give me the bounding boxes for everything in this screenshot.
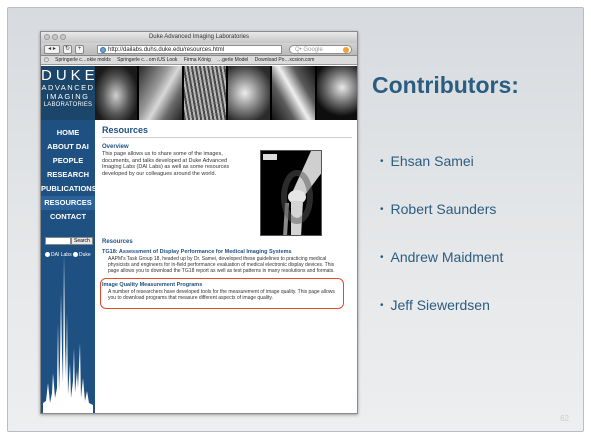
resource-item: TG18: Assessment of Display Performance … <box>102 249 342 274</box>
website: DUKE ADVANCED IMAGING LABORATORIES HOME … <box>41 66 357 413</box>
bookmark-item[interactable]: Springerle c…om iUS Look <box>117 57 177 63</box>
resources-heading: Resources <box>102 239 133 245</box>
slide: Contributors: Ehsan Samei Robert Saunder… <box>7 7 584 432</box>
image-banner <box>95 66 357 120</box>
url-field[interactable]: http://dailabs.duhs.duke.edu/resources.h… <box>97 45 282 54</box>
bookmarks-icon[interactable]: ▢ <box>44 57 49 63</box>
logo-line: DUKE <box>41 67 99 84</box>
resource-link[interactable]: TG18: Assessment of Display Performance … <box>102 249 342 255</box>
overview-text: This page allows us to share some of the… <box>102 151 230 177</box>
slide-title: Contributors: <box>372 72 519 98</box>
logo-line: ADVANCED <box>41 83 95 92</box>
browser-search-field[interactable]: Q• Google <box>289 45 352 54</box>
add-bookmark-icon[interactable]: + <box>75 45 84 54</box>
nav-item-contact[interactable]: CONTACT <box>41 210 95 224</box>
logo-line: LABORATORIES <box>43 102 93 108</box>
main-content: Resources Overview This page allows us t… <box>95 120 357 413</box>
main-nav: HOME ABOUT DAI PEOPLE RESEARCH PUBLICATI… <box>41 126 97 224</box>
search-placeholder: Q• Google <box>295 47 323 53</box>
bookmarks-bar: ▢ Springerle c…okie molds Springerle c…o… <box>41 56 357 65</box>
contributor-item: Jeff Siewerdsen <box>380 297 490 313</box>
window-titlebar: Duke Advanced Imaging Laboratories <box>41 32 357 43</box>
nav-item-research[interactable]: RESEARCH <box>41 168 95 182</box>
site-search-input[interactable] <box>45 236 71 245</box>
contributor-item: Andrew Maidment <box>380 249 504 265</box>
minimize-icon[interactable] <box>52 34 58 40</box>
contributor-item: Robert Saunders <box>380 201 497 217</box>
nav-item-publications[interactable]: PUBLICATIONS <box>41 182 97 196</box>
back-forward-buttons[interactable]: ◂ ▸ <box>44 45 60 54</box>
window-title: Duke Advanced Imaging Laboratories <box>148 34 250 40</box>
browser-window: Duke Advanced Imaging Laboratories ◂ ▸ ↻… <box>40 31 358 414</box>
nav-item-people[interactable]: PEOPLE <box>41 154 95 168</box>
banner-image <box>227 66 273 120</box>
knee-xray-image <box>260 150 322 236</box>
contributor-item: Ehsan Samei <box>380 153 474 169</box>
bookmark-item[interactable]: Firma König <box>184 57 211 63</box>
bookmark-item[interactable]: …gerle Model <box>217 57 248 63</box>
site-search-button[interactable]: Search <box>71 236 93 245</box>
highlight-circle <box>100 278 344 309</box>
bookmark-item[interactable]: Download Po…xcsion.com <box>255 57 315 63</box>
duke-logo[interactable]: DUKE ADVANCED IMAGING LABORATORIES <box>41 66 95 120</box>
banner-image <box>183 66 228 120</box>
url-text: http://dailabs.duhs.duke.edu/resources.h… <box>108 47 225 53</box>
slide-number: 62 <box>560 414 569 423</box>
nav-item-about[interactable]: ABOUT DAI <box>41 140 95 154</box>
reload-icon[interactable]: ↻ <box>63 45 72 54</box>
page-title: Resources <box>102 125 149 135</box>
divider <box>102 137 352 138</box>
nav-item-resources[interactable]: RESOURCES <box>41 196 95 210</box>
nav-item-home[interactable]: HOME <box>41 126 95 140</box>
close-icon[interactable] <box>44 34 50 40</box>
knee-xray-graphic <box>263 151 321 235</box>
banner-image <box>139 66 184 120</box>
browser-toolbar: ◂ ▸ ↻ + http://dailabs.duhs.duke.edu/res… <box>41 43 357 56</box>
histogram-image <box>43 253 93 413</box>
logo-line: IMAGING <box>46 92 90 101</box>
banner-image <box>95 66 140 120</box>
banner-image <box>272 66 317 120</box>
resource-description: AAPM's Task Group 18, headed up by Dr. S… <box>108 256 335 274</box>
bookmark-item[interactable]: Springerle c…okie molds <box>55 57 111 63</box>
zoom-icon[interactable] <box>60 34 66 40</box>
globe-icon <box>100 47 106 53</box>
sidebar: HOME ABOUT DAI PEOPLE RESEARCH PUBLICATI… <box>41 120 97 413</box>
banner-image <box>316 66 357 120</box>
search-icon <box>343 47 349 53</box>
